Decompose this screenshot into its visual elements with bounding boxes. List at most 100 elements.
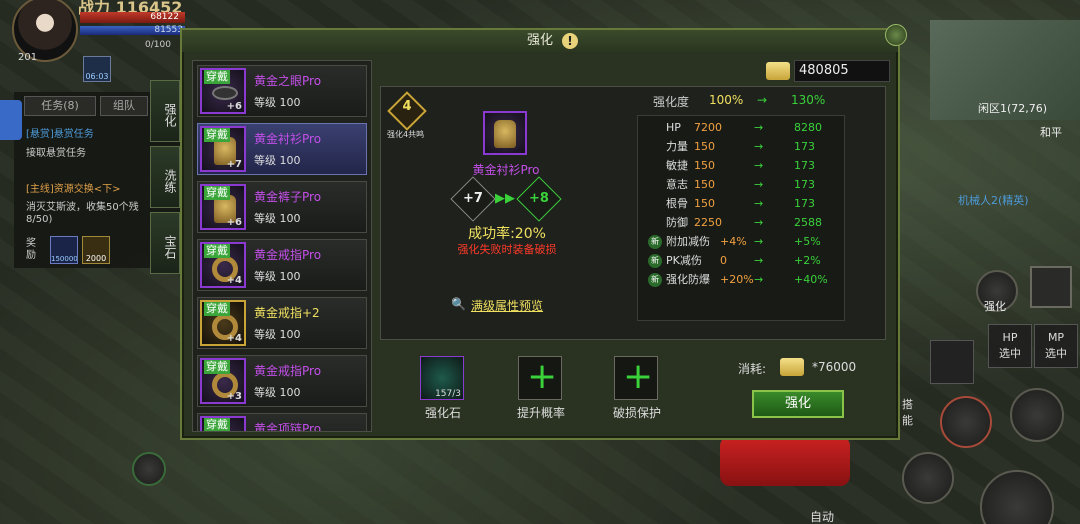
enhance-degree-to: 130% <box>791 93 826 107</box>
equipment-item[interactable]: 穿戴 +3 黄金戒指Pro 等级 100 <box>197 355 367 407</box>
attribute-row: 意志 150 → 173 <box>648 175 848 194</box>
pet-button[interactable] <box>930 340 974 384</box>
item-name: 黄金项链Pro <box>254 422 322 432</box>
help-icon[interactable]: ! <box>562 33 578 49</box>
auto-button[interactable]: 自动 <box>810 508 834 524</box>
item-icon: 穿戴 +6 <box>200 184 246 230</box>
attribute-row: 敏捷 150 → 173 <box>648 156 848 175</box>
selected-item-icon <box>483 111 527 155</box>
dialog-title: 强化 <box>182 30 898 52</box>
magnifier-icon: 🔍 <box>451 297 466 311</box>
attribute-name: 防御 <box>666 216 688 229</box>
npc-label[interactable]: 机械人2(精英) <box>958 192 1029 208</box>
attribute-name: 敏捷 <box>666 159 688 172</box>
item-icon: 穿戴 +4 <box>200 300 246 346</box>
equipment-item[interactable]: 穿戴 +4 黄金戒指Pro 等级 100 <box>197 239 367 291</box>
quest-main-desc[interactable]: 消灭艾斯波，收集50个残 <box>26 198 150 213</box>
stone-count: 157/3 <box>435 389 461 399</box>
enhance-button[interactable]: 强化 <box>752 390 844 418</box>
skill-label: 搭能 <box>902 398 913 427</box>
main-attack-button[interactable] <box>980 470 1054 524</box>
quest-bounty-title[interactable]: [悬赏]悬赏任务 <box>26 125 94 140</box>
mp-select-button[interactable]: MP 选中 <box>1034 324 1078 368</box>
equipment-item[interactable]: 穿戴 +4 黄金戒指+2 等级 100 <box>197 297 367 349</box>
attribute-arrow: → <box>754 159 764 172</box>
attribute-name: 强化防爆 <box>666 273 710 286</box>
attribute-arrow: → <box>754 140 764 153</box>
reward-label: 奖励 <box>26 238 36 261</box>
rate-boost-slot[interactable]: + <box>518 356 562 400</box>
quest-bounty-desc[interactable]: 接取悬赏任务 <box>26 144 86 159</box>
attribute-name: 力量 <box>666 140 688 153</box>
equipment-list[interactable]: 穿戴 +6 黄金之眼Pro 等级 100 穿戴 +7 黄金衬衫Pro 等级 100 穿戴 +6 黄金… <box>192 60 372 432</box>
attribute-name: 意志 <box>666 178 688 191</box>
item-name: 黄金戒指Pro <box>254 364 322 378</box>
attribute-arrow: → <box>754 254 764 267</box>
equipment-item[interactable]: 穿戴 +6 黄金裤子Pro 等级 100 <box>197 181 367 233</box>
joystick[interactable] <box>132 452 166 486</box>
exp-value: 0/100 <box>145 40 171 50</box>
gold-reward-icon[interactable]: 2000 <box>82 236 110 264</box>
attribute-row: 新强化防爆 +20% → +40% <box>648 270 848 289</box>
map-coordinate: 闲区1(72,76) <box>978 102 1048 115</box>
item-name: 黄金裤子Pro <box>254 190 322 204</box>
quest-main-title[interactable]: [主线]资源交换<下> <box>26 180 121 195</box>
enhance-stone-label: 强化石 <box>424 406 461 420</box>
protect-slot[interactable]: + <box>614 356 658 400</box>
preview-link[interactable]: 满级属性预览 <box>471 297 543 314</box>
attribute-from: +4% <box>720 235 747 248</box>
close-icon[interactable] <box>885 24 907 46</box>
eye-icon <box>212 86 238 100</box>
quest-main-progress: 8/50) <box>26 214 53 225</box>
enhance-dialog: 强化 ! 穿戴 +6 黄金之眼Pro 等级 100 穿戴 +7 黄金衬衫Pro 等级 100 穿… <box>180 24 907 440</box>
equipment-item[interactable]: 穿戴 黄金项链Pro <box>197 413 367 432</box>
new-badge: 新 <box>648 254 662 268</box>
cost-value: *76000 <box>812 360 857 374</box>
attribute-row: 防御 2250 → 2588 <box>648 213 848 232</box>
gold-icon <box>766 62 790 80</box>
equipment-item[interactable]: 穿戴 +6 黄金之眼Pro 等级 100 <box>197 65 367 117</box>
item-name: 黄金戒指Pro <box>254 248 322 262</box>
enhance-degree-arrow: → <box>757 93 768 107</box>
equipped-tag: 穿戴 <box>204 360 230 374</box>
buff-icon[interactable]: 06:03 <box>83 56 111 82</box>
tab-tasks[interactable]: 任务(8) <box>24 96 96 116</box>
item-level: 等级 100 <box>254 328 301 341</box>
attribute-to: 173 <box>794 197 815 210</box>
equipped-tag: 穿戴 <box>204 418 230 431</box>
equipped-tag: 穿戴 <box>204 244 230 258</box>
enhance-degree-label: 强化度 <box>653 95 690 109</box>
tab-refine[interactable]: 洗练 <box>150 146 180 208</box>
attribute-to: 173 <box>794 159 815 172</box>
tab-team[interactable]: 组队 <box>100 96 148 116</box>
attribute-arrow: → <box>754 121 764 134</box>
add-icon: + <box>527 356 558 397</box>
protect-label: 破损保护 <box>612 406 661 420</box>
item-icon: 穿戴 +3 <box>200 358 246 404</box>
attribute-to: +5% <box>794 235 821 248</box>
skill-button-2[interactable] <box>902 452 954 504</box>
equipped-tag: 穿戴 <box>204 302 230 316</box>
attribute-name: 根骨 <box>666 197 688 210</box>
exp-reward-icon[interactable]: 1500000 <box>50 236 78 264</box>
attack-button[interactable] <box>1010 388 1064 442</box>
bag-button[interactable] <box>1030 266 1072 308</box>
attribute-name: 附加减伤 <box>666 235 710 248</box>
quest-toggle-icon[interactable] <box>0 100 22 140</box>
attribute-row: HP 7200 → 8280 <box>648 118 848 137</box>
equipment-item[interactable]: 穿戴 +7 黄金衬衫Pro 等级 100 <box>197 123 367 175</box>
hp-select-button[interactable]: HP 选中 <box>988 324 1032 368</box>
attribute-name: HP <box>666 121 681 134</box>
player-level: 201 <box>18 52 38 63</box>
item-plus: +4 <box>226 275 242 286</box>
item-icon: 穿戴 <box>200 416 246 431</box>
attribute-from: 150 <box>694 140 715 153</box>
attribute-to: +2% <box>794 254 821 267</box>
tab-gem[interactable]: 宝石 <box>150 212 180 274</box>
equipped-tag: 穿戴 <box>204 128 230 142</box>
pk-mode[interactable]: 和平 <box>1040 124 1062 140</box>
skill-button-1[interactable] <box>940 396 992 448</box>
enhance-stone-slot[interactable]: 157/3 <box>420 356 464 400</box>
attribute-from: 150 <box>694 159 715 172</box>
tab-enhance[interactable]: 强化 <box>150 80 180 142</box>
